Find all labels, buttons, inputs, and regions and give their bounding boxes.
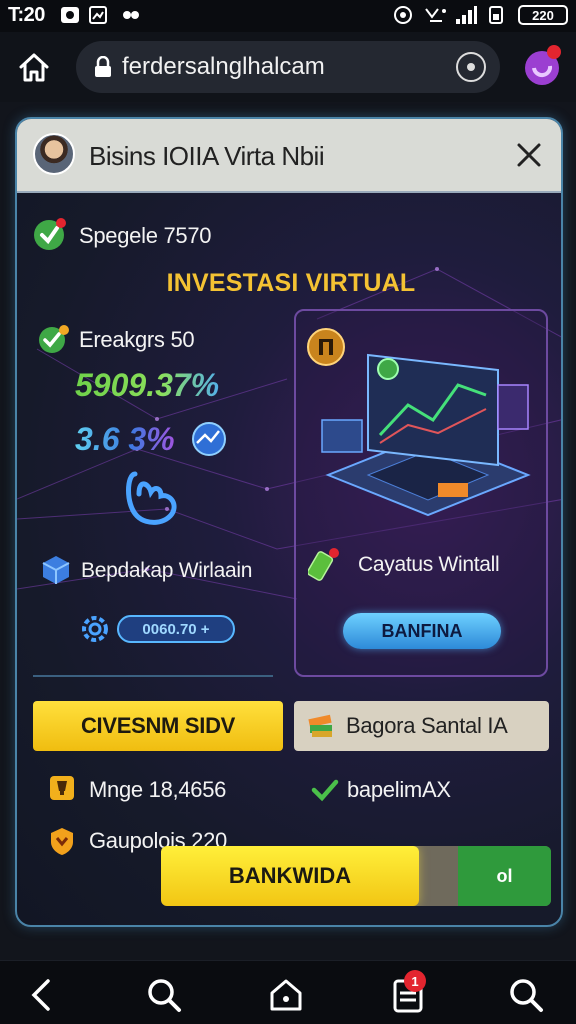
banfina-button[interactable]: BANFINA <box>343 613 501 649</box>
growth-percentage: 3.6 3% <box>75 421 175 457</box>
signal-icon <box>454 5 478 25</box>
amount-field[interactable]: 0060.70 + <box>117 615 235 643</box>
savings-button[interactable]: Bagora Santal IA <box>294 701 549 751</box>
stack-icon <box>306 711 336 741</box>
network-icon <box>424 5 448 25</box>
chevron-left-icon <box>31 979 50 1011</box>
checkmark-icon <box>311 777 339 803</box>
footer-action-bar: BANKWIDA ol <box>161 846 551 906</box>
verified-check-icon <box>33 217 67 251</box>
back-button[interactable] <box>22 975 62 1015</box>
section-heading: INVESTASI VIRTUAL <box>166 269 416 297</box>
hotspot-icon <box>392 5 414 25</box>
home-nav-button[interactable] <box>266 975 306 1015</box>
search-icon <box>510 979 543 1012</box>
sim-icon <box>488 5 504 25</box>
bankwida-button[interactable]: BANKWIDA <box>161 846 419 906</box>
browser-toolbar: ferdersalnglhalcam <box>0 32 576 102</box>
divider <box>33 675 273 677</box>
return-percentage: 5909.37% <box>75 367 220 403</box>
site-settings-icon[interactable] <box>456 52 486 82</box>
url-text: ferdersalnglhalcam <box>122 53 325 80</box>
battery-indicator: 220 <box>518 5 568 25</box>
card-header: Bisins IOIIA Virta Nbii <box>17 119 561 193</box>
money-icon <box>306 545 342 581</box>
globe-icon <box>191 421 227 457</box>
notification-badge: 1 <box>404 970 426 992</box>
investment-card: Bisins IOIIA Virta Nbii Spegele 7570 INV… <box>15 117 563 927</box>
tap-gesture-icon <box>117 464 187 534</box>
breakout-label: Ereakgrs 50 <box>79 327 195 352</box>
dots-notification-icon <box>122 5 140 25</box>
pencil-check-icon <box>37 323 71 357</box>
image-notification-icon <box>88 5 108 25</box>
camera-notification-icon <box>60 5 80 25</box>
trophy-icon <box>49 773 75 803</box>
search-nav-button[interactable] <box>506 975 546 1015</box>
close-button[interactable] <box>511 137 547 173</box>
close-icon <box>517 143 541 167</box>
settings-icon[interactable] <box>79 613 111 645</box>
status-time: T:20 <box>8 4 45 26</box>
home-icon <box>19 53 49 82</box>
cube-icon <box>39 553 73 587</box>
search-icon <box>148 979 181 1012</box>
status-bar: T:20 220 <box>0 0 576 32</box>
lock-icon <box>94 55 112 78</box>
card-title: Bisins IOIIA Virta Nbii <box>89 141 325 171</box>
home-icon <box>270 979 302 1011</box>
shield-icon <box>49 826 75 856</box>
home-button[interactable] <box>16 50 52 86</box>
panel-label: Cayatus Wintall <box>358 553 500 576</box>
user-stat-label: Spegele 7570 <box>79 223 212 248</box>
ok-button[interactable]: ol <box>458 846 551 906</box>
invest-button[interactable]: CIVESNM SIDV <box>33 701 283 751</box>
savings-button-label: Bagora Santal IA <box>346 713 508 738</box>
extension-icon <box>525 45 561 85</box>
stat-1: Mnge 18,4656 <box>89 777 227 802</box>
stat-2: bapelimAX <box>347 777 451 802</box>
search-button[interactable] <box>144 975 184 1015</box>
category-label: Bepdakap Wirlaain <box>81 559 253 582</box>
bottom-navigation <box>0 960 576 1024</box>
address-bar[interactable]: ferdersalnglhalcam <box>76 41 500 93</box>
profile-button[interactable] <box>524 44 564 88</box>
avatar <box>33 133 75 175</box>
laptop-chart-illustration <box>321 353 531 517</box>
